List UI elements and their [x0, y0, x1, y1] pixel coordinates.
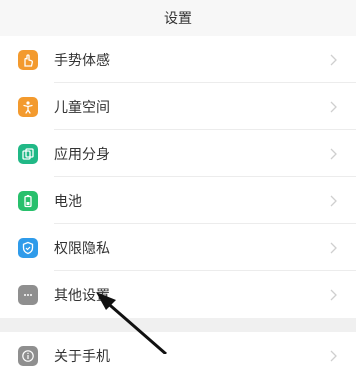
- settings-item-label: 儿童空间: [54, 99, 110, 116]
- settings-item-label: 权限隐私: [54, 240, 110, 257]
- child-icon: [18, 96, 38, 117]
- shield-icon: [18, 237, 38, 258]
- gesture-hand-icon: [18, 49, 38, 70]
- chevron-right-icon: [324, 98, 342, 116]
- settings-item-label: 应用分身: [54, 146, 110, 163]
- section-gap: [0, 318, 356, 332]
- settings-item-about-phone[interactable]: 关于手机: [0, 332, 356, 379]
- battery-icon: [18, 190, 38, 211]
- chevron-right-icon: [324, 239, 342, 257]
- settings-item-kids-space[interactable]: 儿童空间: [0, 83, 356, 130]
- chevron-right-icon: [324, 51, 342, 69]
- settings-item-label: 关于手机: [54, 348, 110, 365]
- settings-item-battery[interactable]: 电池: [0, 177, 356, 224]
- settings-item-label: 电池: [54, 193, 82, 210]
- app-clone-icon: [18, 143, 38, 164]
- chevron-right-icon: [324, 192, 342, 210]
- settings-list-about: 关于手机: [0, 332, 356, 379]
- page-title: 设置: [164, 11, 192, 27]
- settings-item-gesture[interactable]: 手势体感: [0, 36, 356, 83]
- settings-list: 手势体感 儿童空间 应用分身 电池 权限隐私 其他设置: [0, 36, 356, 318]
- page-header: 设置: [0, 0, 356, 36]
- info-icon: [18, 345, 38, 366]
- settings-item-app-clone[interactable]: 应用分身: [0, 130, 356, 177]
- settings-item-label: 其他设置: [54, 287, 110, 304]
- settings-item-privacy[interactable]: 权限隐私: [0, 224, 356, 271]
- chevron-right-icon: [324, 145, 342, 163]
- chevron-right-icon: [324, 347, 342, 365]
- settings-item-label: 手势体感: [54, 52, 110, 69]
- settings-item-other-settings[interactable]: 其他设置: [0, 271, 356, 318]
- more-dots-icon: [18, 284, 38, 305]
- chevron-right-icon: [324, 286, 342, 304]
